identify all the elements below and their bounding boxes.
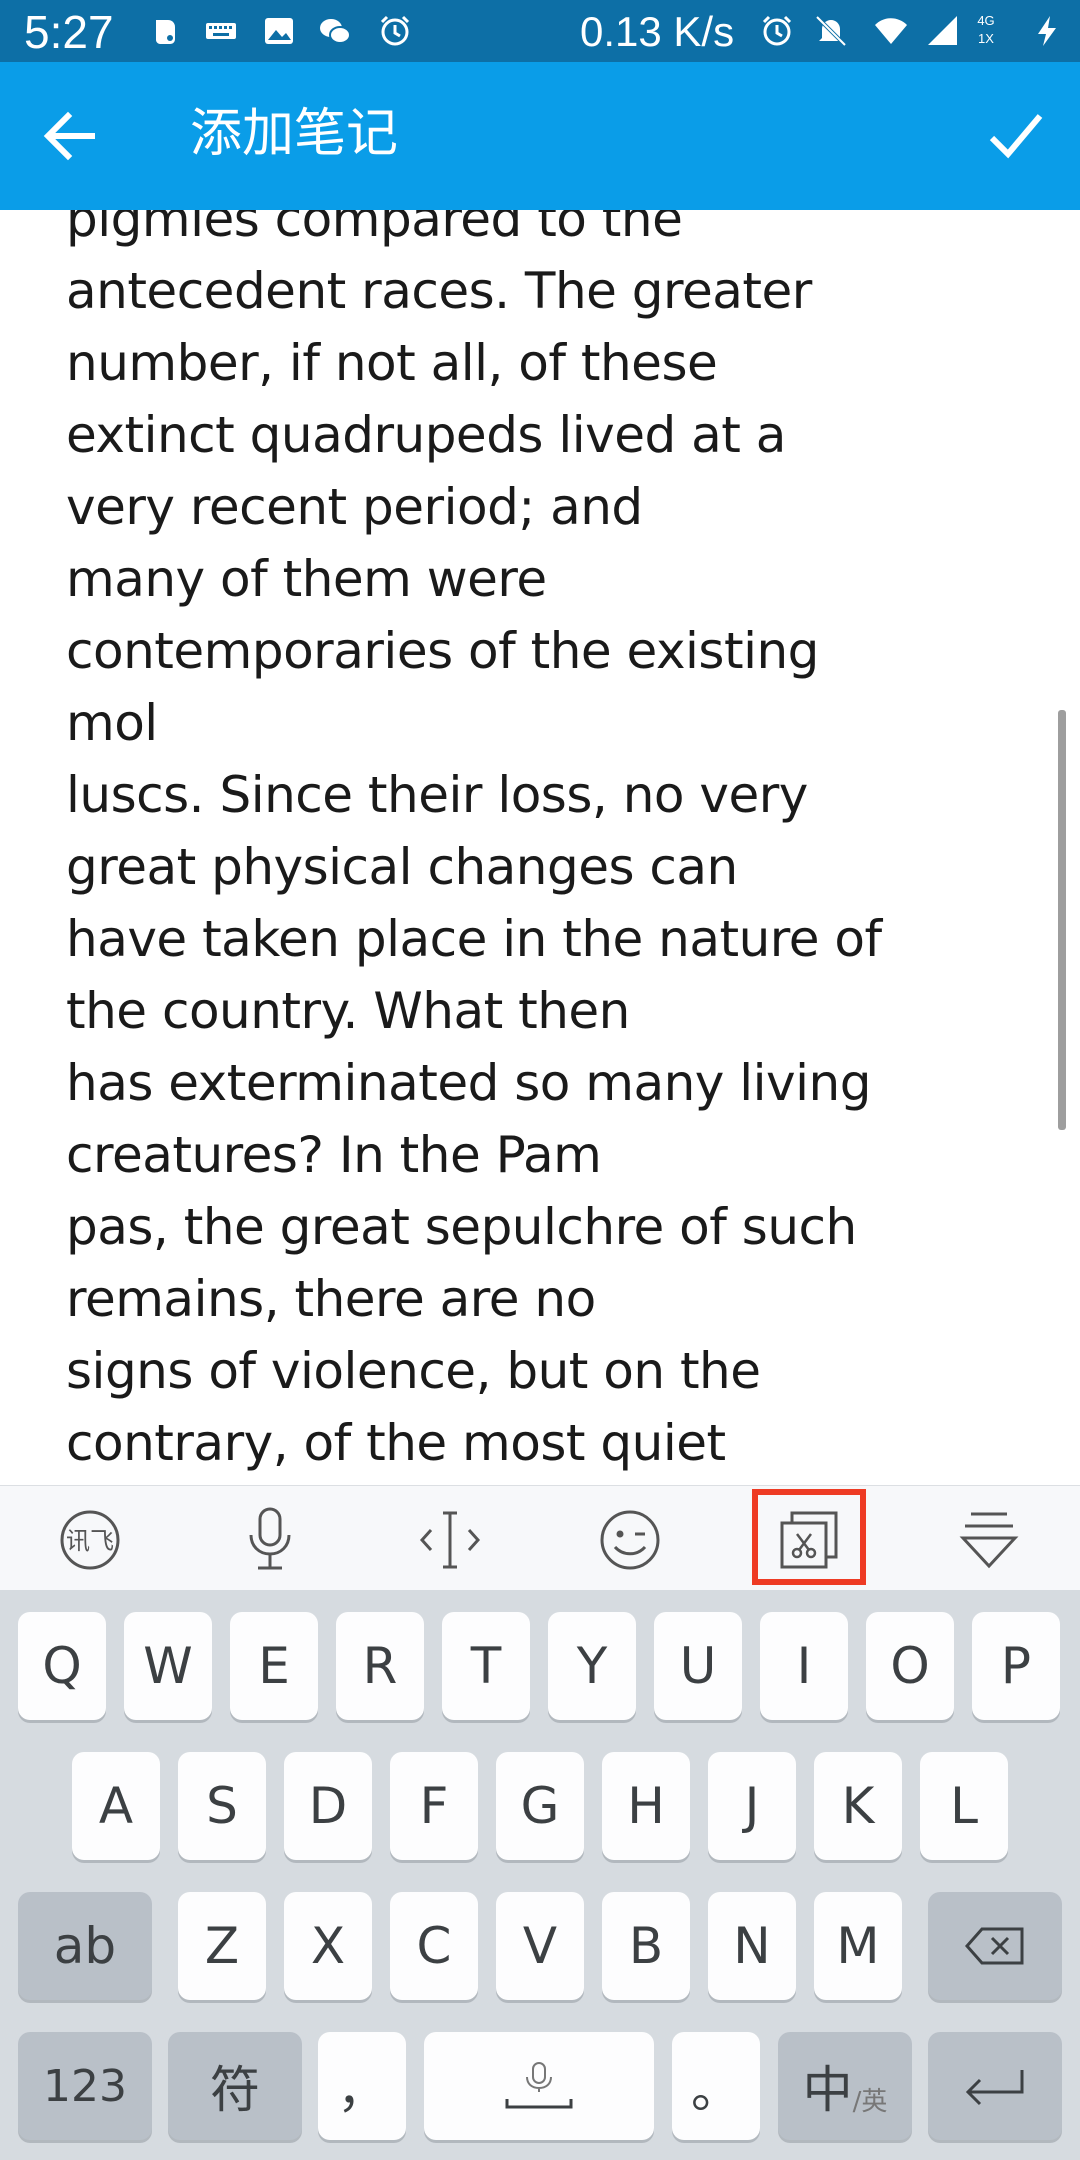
- wifi-icon: [875, 18, 907, 44]
- key-m[interactable]: M: [814, 1892, 902, 2000]
- key-g[interactable]: G: [496, 1752, 584, 1860]
- key-j[interactable]: J: [708, 1752, 796, 1860]
- note-line: has exterminated so many living: [66, 1054, 871, 1112]
- sim-label: 1X: [978, 31, 994, 46]
- key-language-main: 中: [802, 2061, 853, 2119]
- key-s[interactable]: S: [178, 1752, 266, 1860]
- key-z[interactable]: Z: [178, 1892, 266, 2000]
- note-line: contemporaries of the existing: [66, 622, 819, 680]
- note-line: have taken place in the nature of: [66, 910, 882, 968]
- note-line: antecedent races. The greater: [66, 262, 812, 320]
- microphone-icon[interactable]: [225, 1498, 315, 1582]
- key-language[interactable]: 中/英: [778, 2032, 912, 2140]
- iflytek-logo-icon[interactable]: 讯飞: [45, 1498, 135, 1582]
- arrow-left-icon[interactable]: [40, 108, 100, 164]
- network-type-badge: 4G 1X: [968, 12, 1004, 52]
- key-h[interactable]: H: [602, 1752, 690, 1860]
- note-line: many of them were: [66, 550, 547, 608]
- note-line: pas, the great sepulchre of such: [66, 1198, 857, 1256]
- note-line: extinct quadrupeds lived at a: [66, 406, 786, 464]
- key-i[interactable]: I: [760, 1612, 848, 1720]
- key-comma[interactable]: ，: [318, 2032, 406, 2140]
- emoji-icon[interactable]: [585, 1498, 675, 1582]
- key-p[interactable]: P: [972, 1612, 1060, 1720]
- cursor-move-icon[interactable]: [405, 1498, 495, 1582]
- key-f[interactable]: F: [390, 1752, 478, 1860]
- note-line: very recent period; and: [66, 478, 643, 536]
- network-type: 4G: [977, 13, 995, 28]
- key-n[interactable]: N: [708, 1892, 796, 2000]
- key-space[interactable]: [424, 2032, 654, 2140]
- enter-icon: [965, 2070, 1024, 2106]
- space-microphone-icon: [505, 2062, 573, 2109]
- key-period[interactable]: 。: [672, 2032, 760, 2140]
- app-bar: 添加笔记: [0, 62, 1080, 210]
- mute-icon: [815, 15, 847, 47]
- hide-keyboard-icon[interactable]: [944, 1498, 1034, 1582]
- key-k[interactable]: K: [814, 1752, 902, 1860]
- note-line: signs of violence, but on the: [66, 1342, 761, 1400]
- key-shift-ab[interactable]: ab: [18, 1892, 152, 2000]
- evernote-icon: [156, 20, 175, 44]
- key-e[interactable]: E: [230, 1612, 318, 1720]
- note-line: mol: [66, 694, 158, 752]
- keyboard-icon: [206, 23, 236, 39]
- note-line: remains, there are no: [66, 1270, 596, 1328]
- charging-icon: [1038, 16, 1056, 46]
- key-numbers-label: 123: [43, 2060, 127, 2112]
- key-language-sub: /英: [852, 2087, 888, 2117]
- key-o[interactable]: O: [866, 1612, 954, 1720]
- note-line: the country. What then: [66, 982, 630, 1040]
- signal-icon: [928, 16, 957, 45]
- key-d[interactable]: D: [284, 1752, 372, 1860]
- alarm-icon: [762, 15, 792, 46]
- key-q[interactable]: Q: [18, 1612, 106, 1720]
- image-icon: [265, 18, 293, 44]
- note-line: luscs. Since their loss, no very: [66, 766, 808, 824]
- key-t[interactable]: T: [442, 1612, 530, 1720]
- scrollbar[interactable]: [1058, 710, 1066, 1130]
- note-line: contrary, of the most quiet: [66, 1414, 726, 1472]
- key-l[interactable]: L: [920, 1752, 1008, 1860]
- note-body[interactable]: pigmies compared to the antecedent races.…: [66, 210, 1046, 1479]
- svg-text:讯飞: 讯飞: [66, 1527, 114, 1555]
- keyboard: Q W E R T Y U I O P A S D F G H J K L ab…: [0, 1590, 1080, 2160]
- note-line: creatures? In the Pam: [66, 1126, 602, 1184]
- key-r[interactable]: R: [336, 1612, 424, 1720]
- backspace-icon: [964, 1927, 1024, 1965]
- key-b[interactable]: B: [602, 1892, 690, 2000]
- status-bar: 5:27 0.13 K/s 4G 1X: [0, 0, 1080, 62]
- key-a[interactable]: A: [72, 1752, 160, 1860]
- note-line: great physical changes can: [66, 838, 738, 896]
- key-enter[interactable]: [928, 2032, 1062, 2140]
- key-numbers[interactable]: 123: [18, 2032, 152, 2140]
- note-line: pigmies compared to the: [66, 210, 683, 248]
- keyboard-toolbar: 讯飞: [0, 1485, 1080, 1591]
- note-line: number, if not all, of these: [66, 334, 718, 392]
- page-title: 添加笔记: [190, 104, 399, 164]
- key-w[interactable]: W: [124, 1612, 212, 1720]
- key-y[interactable]: Y: [548, 1612, 636, 1720]
- status-time: 5:27: [24, 6, 114, 58]
- key-backspace[interactable]: [928, 1892, 1062, 2000]
- key-u[interactable]: U: [654, 1612, 742, 1720]
- clipboard-icon[interactable]: [764, 1498, 854, 1582]
- key-symbols[interactable]: 符: [168, 2032, 302, 2140]
- key-v[interactable]: V: [496, 1892, 584, 2000]
- network-speed: 0.13 K/s: [580, 8, 735, 55]
- note-editor[interactable]: pigmies compared to the antecedent races.…: [0, 210, 1080, 1485]
- key-x[interactable]: X: [284, 1892, 372, 2000]
- alarm-icon: [380, 15, 410, 46]
- key-c[interactable]: C: [390, 1892, 478, 2000]
- check-icon[interactable]: [986, 106, 1046, 166]
- wechat-icon: [320, 19, 351, 44]
